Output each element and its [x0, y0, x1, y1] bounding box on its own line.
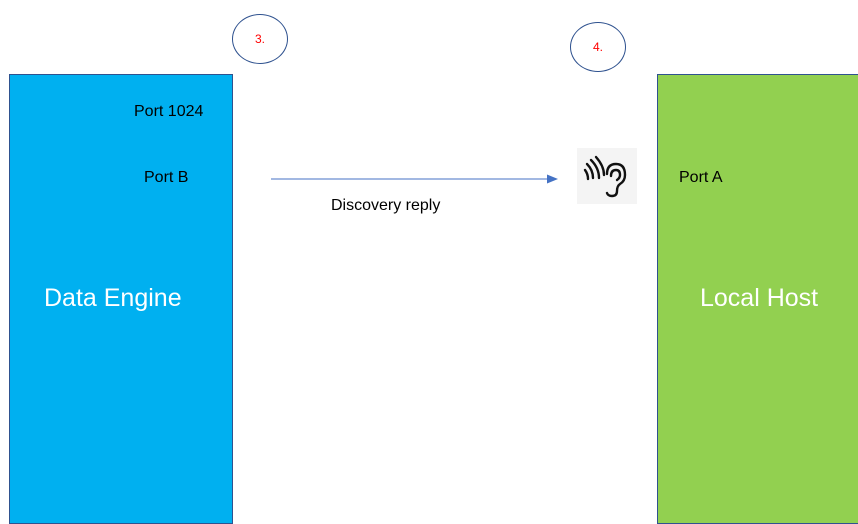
arrow-head — [547, 174, 558, 184]
discovery-reply-label: Discovery reply — [331, 197, 441, 214]
ear-icon — [577, 148, 637, 204]
discovery-reply-arrow — [271, 174, 558, 184]
